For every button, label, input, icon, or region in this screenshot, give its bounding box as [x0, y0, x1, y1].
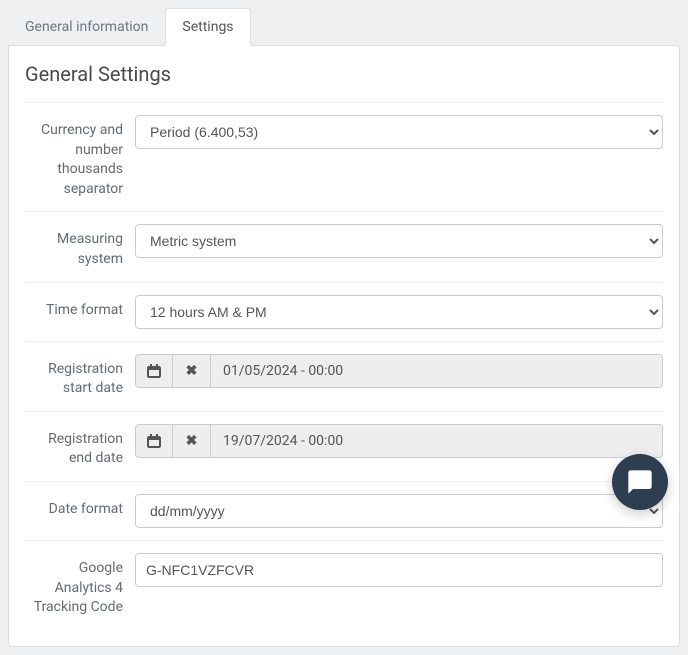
chat-icon	[626, 468, 654, 496]
tab-general-information[interactable]: General information	[8, 8, 165, 46]
row-currency: Currency and number thousands separator …	[25, 102, 663, 211]
label-dateformat: Date format	[25, 494, 135, 520]
page-title: General Settings	[25, 62, 663, 86]
row-measuring: Measuring system Metric system	[25, 211, 663, 281]
chat-button[interactable]	[612, 454, 668, 510]
row-timeformat: Time format 12 hours AM & PM	[25, 282, 663, 341]
clear-icon[interactable]: ✖	[173, 354, 211, 388]
input-reg-start[interactable]: 01/05/2024 - 00:00	[211, 354, 663, 388]
select-dateformat[interactable]: dd/mm/yyyy	[135, 494, 663, 528]
calendar-icon[interactable]	[135, 424, 173, 458]
settings-panel: General Settings Currency and number tho…	[8, 45, 680, 647]
label-measuring: Measuring system	[25, 224, 135, 269]
tab-settings[interactable]: Settings	[165, 8, 250, 46]
tab-list: General information Settings	[8, 8, 680, 46]
row-ga4: Google Analytics 4 Tracking Code	[25, 540, 663, 630]
label-reg-start: Registration start date	[25, 354, 135, 399]
input-ga4[interactable]	[135, 553, 663, 587]
row-dateformat: Date format dd/mm/yyyy	[25, 481, 663, 540]
select-currency[interactable]: Period (6.400,53)	[135, 115, 663, 149]
label-reg-end: Registration end date	[25, 424, 135, 469]
input-reg-end[interactable]: 19/07/2024 - 00:00	[211, 424, 663, 458]
clear-icon[interactable]: ✖	[173, 424, 211, 458]
calendar-icon[interactable]	[135, 354, 173, 388]
row-reg-end: Registration end date ✖ 19/07/2024 - 00:…	[25, 411, 663, 481]
close-icon: ✖	[186, 433, 198, 449]
select-measuring[interactable]: Metric system	[135, 224, 663, 258]
select-timeformat[interactable]: 12 hours AM & PM	[135, 295, 663, 329]
label-currency: Currency and number thousands separator	[25, 115, 135, 199]
label-timeformat: Time format	[25, 295, 135, 321]
close-icon: ✖	[186, 363, 198, 379]
row-reg-start: Registration start date ✖ 01/05/2024 - 0…	[25, 341, 663, 411]
label-ga4: Google Analytics 4 Tracking Code	[25, 553, 135, 618]
